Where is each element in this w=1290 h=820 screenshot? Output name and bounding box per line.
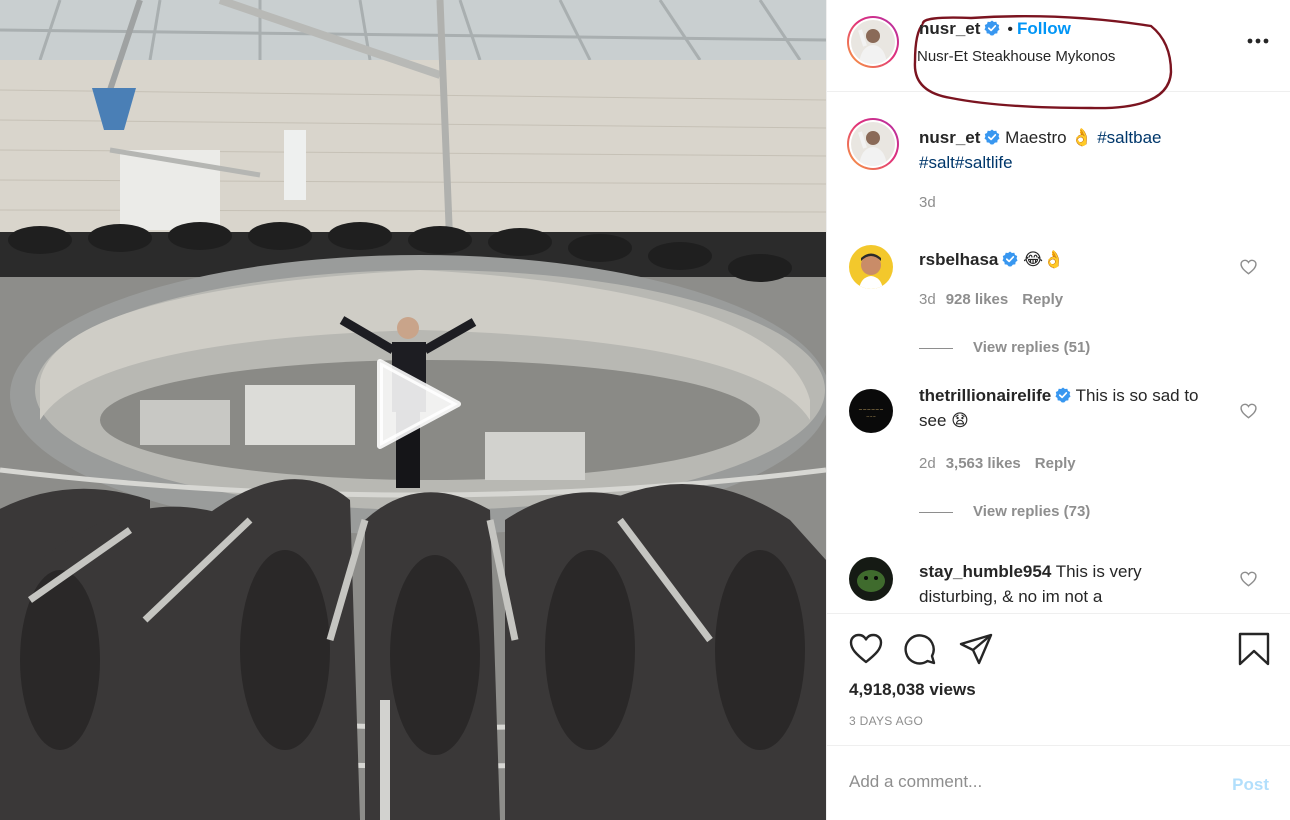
share-icon[interactable] [959, 632, 993, 666]
caption-avatar[interactable] [847, 118, 899, 170]
comment-body: 😂👌 [1023, 250, 1065, 269]
location-link[interactable]: Nusr-Et Steakhouse Mykonos [917, 48, 1115, 65]
follow-button[interactable]: Follow [1017, 19, 1071, 38]
author-username[interactable]: nusr_et [919, 19, 980, 38]
post-side-panel: nusr_et • Follow Nusr-Et Steakhouse Mykono… [826, 0, 1290, 820]
svg-text:~~~~~~: ~~~~~~ [858, 407, 883, 413]
view-count[interactable]: 4,918,038 views [849, 680, 976, 700]
comment-text: stay_humble954 This is very disturbing, … [919, 559, 1189, 609]
comment-username[interactable]: thetrillionairelife [919, 386, 1051, 405]
author-avatar[interactable] [847, 16, 899, 68]
commenter-avatar[interactable]: ~~~~~~ ~~~ [849, 389, 893, 433]
view-replies-button[interactable]: View replies (51) [919, 339, 1090, 356]
add-comment-bar: Post [827, 745, 1290, 820]
comment-meta: 2d 3,563 likes Reply [919, 455, 1076, 472]
comment-username[interactable]: rsbelhasa [919, 250, 998, 269]
play-icon[interactable] [372, 358, 462, 450]
comment-username[interactable]: stay_humble954 [919, 562, 1051, 581]
comment-likes[interactable]: 928 likes [946, 291, 1009, 308]
commenter-avatar[interactable] [849, 245, 893, 289]
comment-like-heart-icon[interactable] [1240, 403, 1257, 419]
post-video[interactable] [0, 0, 826, 820]
caption-age[interactable]: 3d [919, 194, 936, 211]
caption-body: Maestro 👌 [1005, 128, 1093, 147]
view-replies-label: View replies (51) [973, 339, 1091, 356]
comment-icon[interactable] [903, 632, 937, 666]
view-replies-label: View replies (73) [973, 503, 1091, 520]
like-heart-icon[interactable] [849, 632, 883, 666]
reply-button[interactable]: Reply [1022, 291, 1063, 308]
add-comment-input[interactable] [849, 772, 1189, 792]
replies-divider [919, 511, 953, 513]
header-name-row: nusr_et • Follow [919, 19, 1071, 39]
caption-meta: 3d [919, 194, 936, 211]
comment-meta: 3d 928 likes Reply [919, 291, 1063, 308]
caption-text: nusr_et Maestro 👌 #saltbae #salt#saltlife [919, 125, 1219, 175]
post-time[interactable]: 3 DAYS AGO [849, 714, 923, 728]
commenter-avatar[interactable] [849, 557, 893, 601]
post-comment-button[interactable]: Post [1232, 775, 1269, 795]
comment-like-heart-icon[interactable] [1240, 571, 1257, 587]
caption-username[interactable]: nusr_et [919, 128, 980, 147]
save-bookmark-icon[interactable] [1237, 632, 1271, 666]
replies-divider [919, 347, 953, 349]
verified-badge-icon [984, 129, 1000, 145]
comment-like-heart-icon[interactable] [1240, 259, 1257, 275]
separator-dot: • [1007, 21, 1014, 38]
comment-age[interactable]: 2d [919, 455, 936, 472]
svg-text:~~~: ~~~ [866, 414, 876, 419]
view-replies-button[interactable]: View replies (73) [919, 503, 1090, 520]
more-options-icon[interactable] [1247, 36, 1269, 46]
comment-text: rsbelhasa 😂👌 [919, 247, 1219, 272]
comment-text: thetrillionairelife This is so sad to se… [919, 383, 1215, 433]
verified-badge-icon [1055, 387, 1071, 403]
post-header: nusr_et • Follow Nusr-Et Steakhouse Mykono… [827, 0, 1290, 110]
reply-button[interactable]: Reply [1035, 455, 1076, 472]
hashtag-link[interactable]: #salt [919, 153, 955, 172]
post-actions: 4,918,038 views 3 DAYS AGO [827, 613, 1290, 745]
comment-age[interactable]: 3d [919, 291, 936, 308]
comment-likes[interactable]: 3,563 likes [946, 455, 1021, 472]
comments-list[interactable]: nusr_et Maestro 👌 #saltbae #salt#saltlife… [827, 93, 1290, 613]
verified-badge-icon [984, 20, 1000, 36]
hashtag-link[interactable]: #saltlife [955, 153, 1013, 172]
hashtag-link[interactable]: #saltbae [1097, 128, 1161, 147]
verified-badge-icon [1002, 251, 1018, 267]
